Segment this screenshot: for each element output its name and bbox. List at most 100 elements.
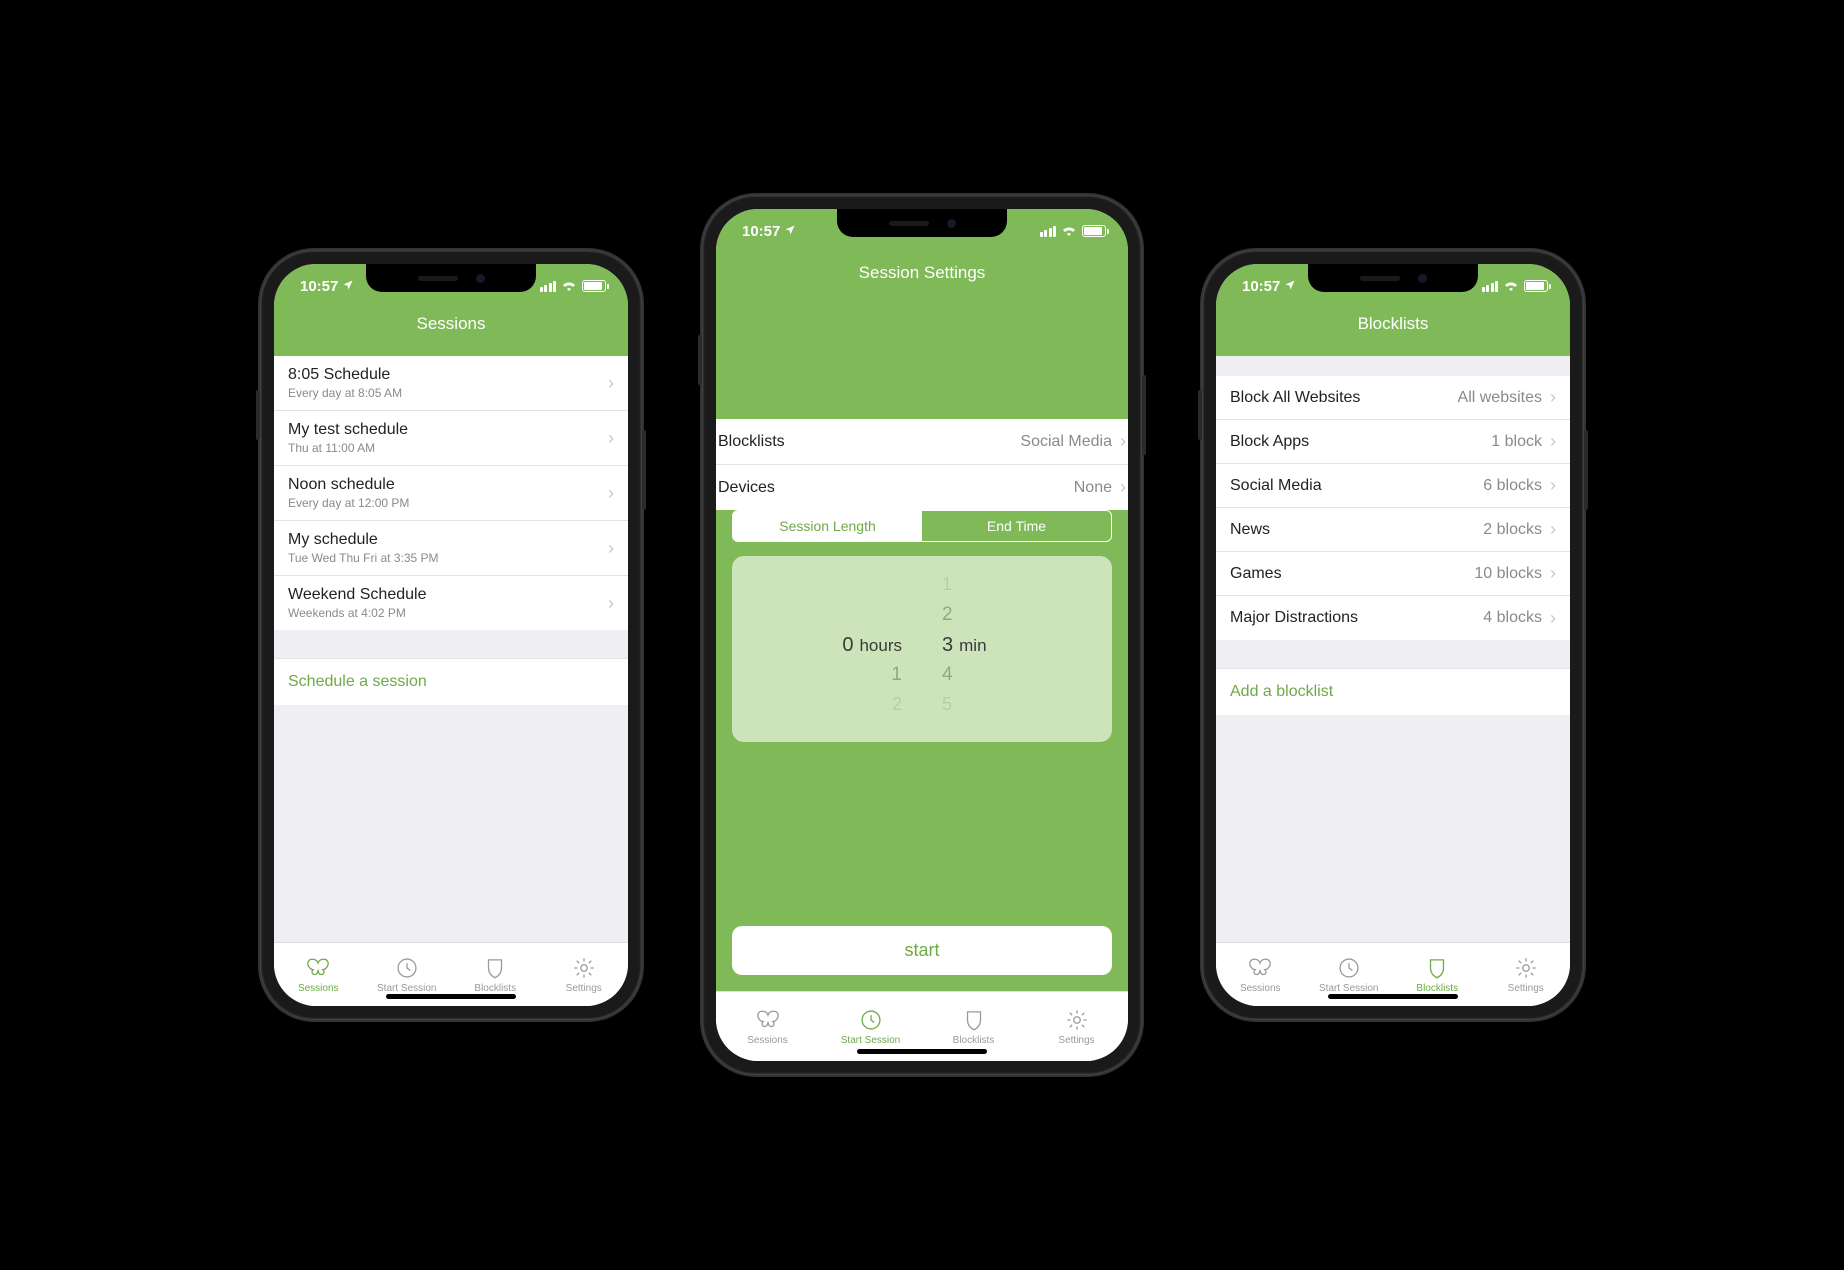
picker-mins: 3 min (942, 634, 987, 664)
start-button[interactable]: start (732, 926, 1112, 975)
session-title: 8:05 Schedule (288, 366, 402, 384)
tab-label: Start Session (841, 1035, 900, 1046)
battery-icon (582, 280, 606, 292)
tab-sessions[interactable]: Sessions (274, 943, 363, 1006)
tab-label: Blocklists (474, 983, 516, 994)
chevron-right-icon: › (1120, 431, 1126, 452)
gear-icon (571, 955, 597, 981)
location-icon (342, 278, 354, 295)
wifi-icon (1061, 223, 1077, 240)
blocklist-value: 2 blocks (1483, 521, 1542, 539)
session-row[interactable]: Weekend Schedule Weekends at 4:02 PM › (274, 576, 628, 630)
chevron-right-icon: › (1550, 387, 1556, 408)
session-sub: Every day at 8:05 AM (288, 386, 402, 400)
picker-row (897, 574, 902, 604)
blocklist-value: 6 blocks (1483, 477, 1542, 495)
chevron-right-icon: › (608, 483, 614, 504)
tab-sessions[interactable]: Sessions (1216, 943, 1305, 1006)
phone-session-settings: 10:57 Session Settings Blocklists Social… (702, 195, 1142, 1075)
segmented-control: Session Length End Time (732, 510, 1112, 542)
tab-settings[interactable]: Settings (1025, 992, 1128, 1061)
add-blocklist-button[interactable]: Add a blocklist (1216, 668, 1570, 715)
tab-label: Settings (566, 983, 602, 994)
picker-hours: 0 hours (842, 634, 902, 664)
chevron-right-icon: › (1550, 475, 1556, 496)
status-time: 10:57 (1242, 278, 1280, 295)
row-label: Blocklists (718, 433, 785, 451)
blocklist-title: News (1230, 521, 1270, 539)
session-row[interactable]: My schedule Tue Wed Thu Fri at 3:35 PM › (274, 521, 628, 576)
clock-icon (858, 1007, 884, 1033)
tab-sessions[interactable]: Sessions (716, 992, 819, 1061)
home-indicator[interactable] (857, 1049, 987, 1054)
blocklist-value: All websites (1458, 389, 1542, 407)
shield-icon (961, 1007, 987, 1033)
location-icon (1284, 278, 1296, 295)
chevron-right-icon: › (608, 538, 614, 559)
chevron-right-icon: › (1120, 477, 1126, 498)
seg-session-length[interactable]: Session Length (733, 511, 922, 541)
row-label: Devices (718, 479, 775, 497)
picker-row (897, 604, 902, 634)
blocklist-row[interactable]: News 2 blocks › (1216, 508, 1570, 552)
session-row[interactable]: 8:05 Schedule Every day at 8:05 AM › (274, 356, 628, 411)
chevron-right-icon: › (1550, 431, 1556, 452)
seg-end-time[interactable]: End Time (922, 511, 1111, 541)
schedule-session-button[interactable]: Schedule a session (274, 658, 628, 705)
blocklist-row[interactable]: Social Media 6 blocks› (1216, 464, 1570, 508)
shield-icon (1424, 955, 1450, 981)
notch (1308, 264, 1478, 292)
page-title: Session Settings (716, 253, 1128, 295)
chevron-right-icon: › (608, 428, 614, 449)
session-row[interactable]: My test schedule Thu at 11:00 AM › (274, 411, 628, 466)
tab-settings[interactable]: Settings (540, 943, 629, 1006)
tab-label: Start Session (377, 983, 436, 994)
picker-row: 2 (942, 604, 953, 634)
butterfly-icon (1247, 955, 1273, 981)
home-indicator[interactable] (386, 994, 516, 999)
blocklist-row[interactable]: Major Distractions 4 blocks› (1216, 596, 1570, 640)
page-title: Blocklists (1216, 308, 1570, 346)
blocklist-title: Major Distractions (1230, 609, 1358, 627)
blocklist-row[interactable]: Games 10 blocks› (1216, 552, 1570, 596)
row-value: None (1074, 479, 1112, 497)
blocklist-row[interactable]: Block Apps 1 block› (1216, 420, 1570, 464)
tab-label: Settings (1508, 983, 1544, 994)
home-indicator[interactable] (1328, 994, 1458, 999)
gear-icon (1513, 955, 1539, 981)
picker-row: 1 (942, 574, 952, 604)
battery-icon (1082, 225, 1106, 237)
blocklists-list: Block All Websites All websites› Block A… (1216, 376, 1570, 640)
chevron-right-icon: › (608, 593, 614, 614)
blocklist-title: Block Apps (1230, 433, 1309, 451)
phone-sessions: 10:57 Sessions 8:05 (260, 250, 642, 1020)
session-sub: Thu at 11:00 AM (288, 441, 408, 455)
picker-row: 2 (892, 694, 902, 724)
blocklist-row[interactable]: Block All Websites All websites› (1216, 376, 1570, 420)
blocklist-title: Games (1230, 565, 1282, 583)
session-title: Noon schedule (288, 476, 409, 494)
signal-icon (540, 281, 557, 292)
butterfly-icon (305, 955, 331, 981)
notch (837, 209, 1007, 237)
chevron-right-icon: › (1550, 563, 1556, 584)
blocklists-row[interactable]: Blocklists Social Media › (716, 419, 1128, 465)
session-sub: Tue Wed Thu Fri at 3:35 PM (288, 551, 439, 565)
tab-label: Sessions (298, 983, 339, 994)
time-picker[interactable]: 0 hours 1 2 1 2 3 min 4 5 (732, 556, 1112, 742)
session-title: My test schedule (288, 421, 408, 439)
chevron-right-icon: › (608, 373, 614, 394)
chevron-right-icon: › (1550, 608, 1556, 629)
tab-settings[interactable]: Settings (1482, 943, 1571, 1006)
chevron-right-icon: › (1550, 519, 1556, 540)
location-icon (784, 223, 796, 240)
clock-icon (394, 955, 420, 981)
picker-row: 1 (891, 664, 902, 694)
session-row[interactable]: Noon schedule Every day at 12:00 PM › (274, 466, 628, 521)
notch (366, 264, 536, 292)
devices-row[interactable]: Devices None › (716, 465, 1128, 510)
sessions-list: 8:05 Schedule Every day at 8:05 AM › My … (274, 356, 628, 630)
settings-list: Blocklists Social Media › Devices None › (716, 419, 1128, 510)
picker-row: 5 (942, 694, 952, 724)
wifi-icon (1503, 278, 1519, 295)
